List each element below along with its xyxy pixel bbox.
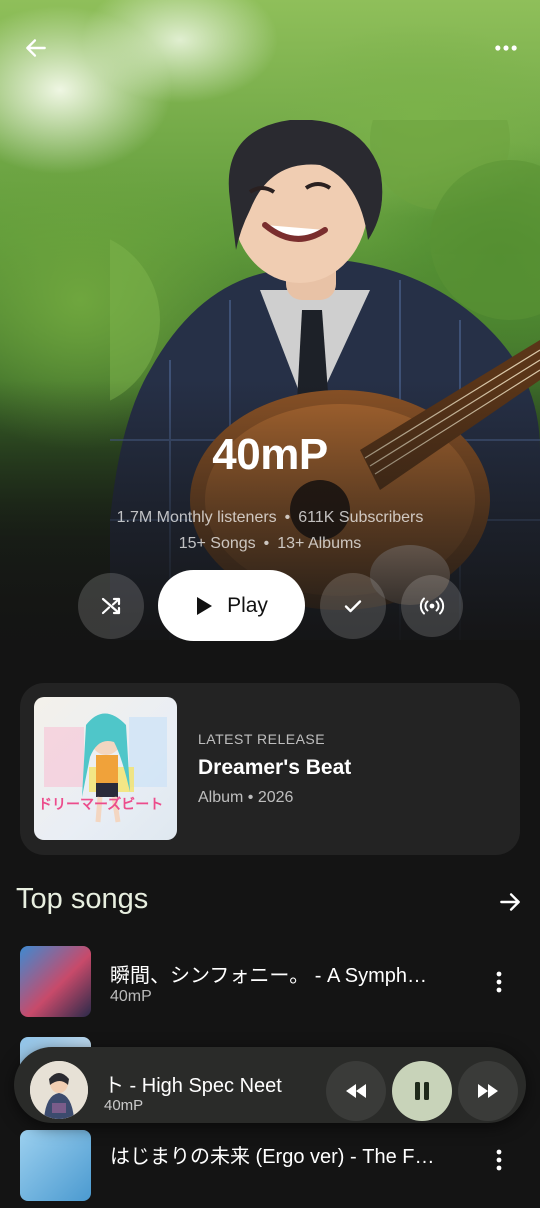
check-icon (344, 600, 362, 613)
catalog-stats: 15+ Songs • 13+ Albums (0, 535, 540, 553)
fast-forward-button[interactable] (458, 1061, 518, 1121)
rewind-button[interactable] (326, 1061, 386, 1121)
release-title: Dreamer's Beat (198, 756, 352, 779)
fast-forward-icon (478, 1084, 498, 1098)
now-playing-artwork (30, 1061, 88, 1119)
shuffle-button[interactable] (78, 573, 144, 639)
subscribed-button[interactable] (320, 573, 386, 639)
album-art: ドリーマーズビート (38, 713, 167, 823)
release-subtitle: Album • 2026 (198, 789, 294, 806)
latest-release-label: LATEST RELEASE (198, 731, 326, 747)
more-vertical-icon (496, 971, 502, 993)
see-all-songs-button[interactable] (492, 884, 528, 920)
play-label: Play (227, 593, 268, 617)
separator: • (284, 509, 291, 526)
song-artist: 40mP (110, 988, 152, 1005)
now-playing-title: ト - High Spec Neet (104, 1075, 282, 1097)
mini-player[interactable]: ト - High Spec Neet 40mP (14, 1047, 526, 1123)
top-songs-title: Top songs (16, 883, 149, 915)
song-title: 瞬間、シンフォニー。 - A Symph… (110, 965, 428, 987)
song-title: はじまりの未来 (Ergo ver) - The F… (110, 1146, 435, 1168)
subscriber-count: 611K Subscribers (298, 509, 424, 526)
more-options-button[interactable] (488, 30, 524, 66)
pause-icon (415, 1082, 429, 1100)
artist-name: 40mP (212, 430, 328, 479)
song-thumbnail (20, 1130, 91, 1201)
rewind-icon (346, 1084, 366, 1098)
now-playing-art (30, 1061, 88, 1119)
song-thumbnail (20, 946, 91, 1017)
now-playing-artist: 40mP (104, 1097, 144, 1114)
arrow-right-icon (500, 893, 520, 911)
arrow-left-icon (26, 39, 46, 57)
more-horizontal-icon (495, 45, 517, 51)
separator: • (263, 535, 270, 552)
song-count: 15+ Songs (178, 535, 256, 552)
cover-title-text: ドリーマーズビート (38, 796, 163, 813)
shuffle-icon (101, 597, 121, 615)
more-vertical-icon (496, 1149, 502, 1171)
back-button[interactable] (18, 30, 54, 66)
song-row[interactable]: はじまりの未来 (Ergo ver) - The F… (0, 1128, 540, 1208)
monthly-listeners: 1.7M Monthly listeners (116, 509, 277, 526)
song-menu-button[interactable] (484, 962, 514, 1002)
pause-button[interactable] (392, 1061, 452, 1121)
play-icon (197, 596, 213, 615)
listener-stats: 1.7M Monthly listeners • 611K Subscribers (0, 509, 540, 527)
play-button[interactable]: Play (158, 570, 305, 641)
album-cover: ドリーマーズビート (34, 697, 177, 840)
latest-release-card[interactable]: ドリーマーズビート LATEST RELEASE Dreamer's Beat … (20, 683, 520, 855)
album-count: 13+ Albums (277, 535, 362, 552)
radio-button[interactable] (401, 575, 463, 637)
song-menu-button[interactable] (484, 1140, 514, 1180)
radio-broadcast-icon (419, 597, 445, 615)
song-row[interactable]: 瞬間、シンフォニー。 - A Symph… 40mP (0, 942, 540, 1022)
